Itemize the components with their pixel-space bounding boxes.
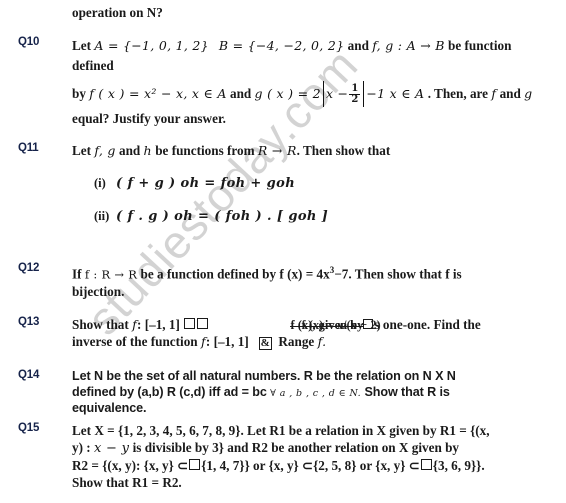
q10-set-a: A = {−1, 0, 1, 2} — [94, 38, 209, 53]
q10-abs-bar-left — [322, 81, 324, 107]
missing-glyph-box-icon — [420, 459, 432, 470]
q11-subitem-i-number: (i) — [94, 176, 106, 190]
q11-tail: . Then show that — [296, 143, 391, 158]
q12-line1b: −7. Then show that f is — [334, 266, 462, 282]
q10-lead: Let — [72, 38, 92, 53]
question-q13: Q13 Show that f: [–1, 1] f (x), given by… — [0, 316, 540, 350]
question-body-q15: Let X = {1, 2, 3, 4, 5, 6, 7, 8, 9}. Let… — [72, 422, 540, 491]
q11-domain: R → R — [257, 143, 297, 158]
q11-fg: f, g — [94, 143, 116, 158]
header-fragment-row: operation on N? — [0, 4, 540, 21]
q10-fraction-numerator: 1 — [351, 82, 359, 94]
q13-garbled-layer-2: f (x) = x/(x + 2) — [301, 318, 381, 332]
question-body-q11: Let f, g and h be functions from R → R. … — [72, 142, 540, 225]
q15-line4: Show that R1 = R2. — [72, 475, 182, 490]
question-q12: Q12 If f : R → R be a function defined b… — [0, 262, 540, 300]
q10-fraction-denominator: 2 — [349, 94, 361, 106]
q11-subitem-i: (i) ( f + g ) oh = foh + goh — [72, 175, 540, 192]
q13-line2-interval: : [–1, 1] — [205, 334, 249, 349]
q10-fx: f ( x ) = x² − x, x ∈ A — [89, 86, 227, 101]
q10-by: by — [72, 86, 86, 101]
q15-line3-mid: {1, 4, 7}} or {x, y} ⊂{2, 5, 8} or {x, y… — [201, 458, 420, 473]
q15-line3-tail: {3, 6, 9}}. — [432, 458, 485, 473]
missing-glyph-box-icon — [189, 459, 201, 470]
question-body-q12: If f : R → R be a function defined by f … — [72, 262, 540, 300]
q15-line3-lead: R2 = {(x, y): {x, y} ⊂ — [72, 458, 189, 473]
q10-abs-bar-right — [363, 81, 365, 107]
q11-mid: be functions from — [155, 143, 255, 158]
q13-line2-f2: f. — [317, 334, 327, 349]
q14-line2-lead: defined by (a,b) R (c,d) iff ad = bc — [72, 384, 267, 399]
q11-h: h — [143, 143, 152, 158]
q14-line1: Let N be the set of all natural numbers.… — [72, 369, 456, 383]
question-q14: Q14 Let N be the set of all natural numb… — [0, 369, 540, 417]
header-fragment-text: operation on N? — [72, 5, 163, 20]
question-label-q13: Q13 — [18, 316, 40, 328]
question-label-q10: Q10 — [18, 36, 40, 48]
question-q15: Q15 Let X = {1, 2, 3, 4, 5, 6, 7, 8, 9}.… — [0, 422, 540, 491]
q12-map: f : R → R — [84, 267, 138, 282]
q11-subitem-ii-number: (ii) — [94, 209, 110, 223]
question-label-q14: Q14 — [18, 369, 40, 381]
q13-line2-lead: inverse of the function — [72, 334, 198, 349]
q10-and3: and — [499, 86, 521, 101]
question-q10: Q10 Let A = {−1, 0, 1, 2} B = {−4, −2, 0… — [0, 36, 540, 127]
q12-lead: If — [72, 266, 82, 282]
question-body-q13: Show that f: [–1, 1] f (x), given by f (x… — [72, 316, 540, 350]
q11-lead: Let — [72, 143, 92, 158]
q13-amp-artifact: & — [258, 337, 272, 350]
question-body-q14: Let N be the set of all natural numbers.… — [72, 369, 540, 417]
q13-garbled-cluster: f (x), given by f (x) = x/(x + 2) — [290, 317, 381, 332]
q14-quantifier: ∀ a , b , c , d ∈ N. — [270, 387, 362, 399]
q15-line1: Let X = {1, 2, 3, 4, 5, 6, 7, 8, 9}. Let… — [72, 423, 490, 438]
q10-g-symbol: g — [524, 86, 533, 101]
q11-subitem-ii: (ii) ( f . g ) oh = ( foh ) . [ goh ] — [72, 208, 540, 225]
q12-line2: bijection. — [72, 284, 125, 300]
q10-map: f, g : A → B — [372, 38, 445, 53]
q10-gx-pre: g ( x ) = 2 — [254, 86, 321, 101]
question-label-q11: Q11 — [18, 142, 39, 154]
q13-line1-tail: s one-one. Find the — [374, 317, 481, 332]
q10-gx-inner: x − — [325, 86, 349, 101]
q13-line1-lead: Show that — [72, 317, 129, 332]
q15-line2-tail: is divisible by 3} and R2 be another rel… — [132, 440, 460, 455]
q14-line3: equivalence. — [72, 401, 147, 415]
question-body-q10: Let A = {−1, 0, 1, 2} B = {−4, −2, 0, 2}… — [72, 36, 540, 127]
question-label-q12: Q12 — [18, 262, 40, 274]
q10-and2: and — [229, 86, 252, 101]
q11-and: and — [118, 143, 141, 158]
missing-glyph-box-icon — [184, 318, 196, 329]
q10-tail3: equal? Justify your answer. — [72, 111, 226, 126]
q10-and: and — [347, 38, 369, 53]
q10-set-b: B = {−4, −2, 0, 2} — [218, 38, 345, 53]
q15-line2-lead: y) : — [72, 440, 91, 455]
q13-line1-interval: : [–1, 1] — [137, 317, 180, 332]
q10-f-symbol: f — [491, 86, 497, 101]
document-page: studiestoday.com operation on N? Q10 Let… — [0, 0, 566, 503]
q10-gx-post: −1 x ∈ A — [366, 86, 425, 101]
missing-glyph-box-icon — [197, 318, 209, 329]
q15-line2-expr: x − y — [93, 441, 130, 456]
question-q11: Q11 Let f, g and h be functions from R →… — [0, 142, 540, 225]
q12-line1: be a function defined by f (x) = 4x — [140, 266, 330, 282]
q10-tail2: . Then, are — [427, 86, 489, 101]
q11-subitem-i-equation: ( f + g ) oh = foh + goh — [116, 176, 296, 191]
q14-line2-tail: Show that R is — [364, 384, 450, 399]
q13-line2-range: Range — [278, 334, 315, 349]
q11-subitem-ii-equation: ( f . g ) oh = ( foh ) . [ goh ] — [116, 209, 329, 224]
question-label-q15: Q15 — [18, 422, 40, 434]
q10-fraction: 12 — [349, 82, 361, 106]
